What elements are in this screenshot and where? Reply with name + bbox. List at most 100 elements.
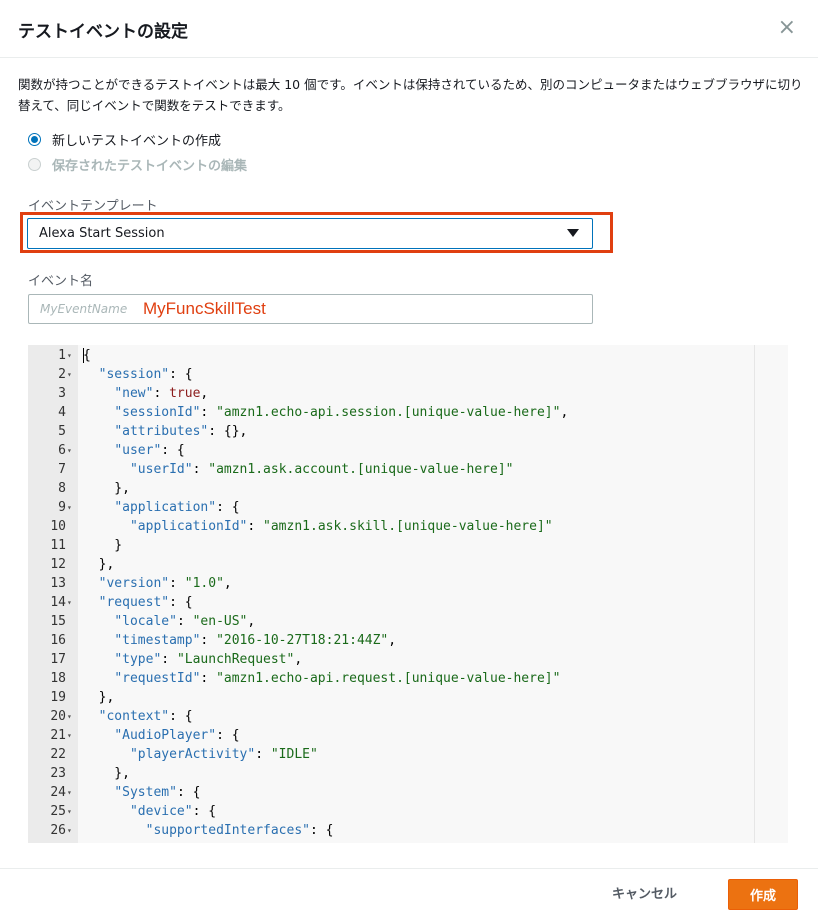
code-text: "device": { <box>129 804 217 819</box>
line-number: 15 <box>50 614 66 629</box>
fold-toggle-icon[interactable]: ▾ <box>67 783 72 802</box>
code-text: "playerActivity": "IDLE" <box>129 747 318 762</box>
line-number: 1 <box>58 348 66 363</box>
radio-edit-saved[interactable]: 保存されたテストイベントの編集 <box>28 154 247 174</box>
create-button[interactable]: 作成 <box>728 879 798 910</box>
template-select[interactable]: Alexa Start Session <box>27 218 593 249</box>
line-number: 26 <box>50 823 66 838</box>
line-number: 11 <box>50 538 66 553</box>
event-name-input[interactable]: MyEventName MyFuncSkillTest <box>28 294 593 324</box>
line-number: 25 <box>50 804 66 819</box>
cancel-button[interactable]: キャンセル <box>612 883 677 902</box>
code-text: } <box>83 538 123 553</box>
code-line[interactable]: 4 "sessionId": "amzn1.echo-api.session.[… <box>28 403 788 422</box>
line-number: 13 <box>50 576 66 591</box>
code-text: "supportedInterfaces": { <box>145 823 334 838</box>
code-text: "AudioPlayer": { <box>114 728 240 743</box>
line-number: 7 <box>58 462 66 477</box>
code-line[interactable]: 16 "timestamp": "2016-10-27T18:21:44Z", <box>28 631 788 650</box>
fold-toggle-icon[interactable]: ▾ <box>67 365 72 384</box>
fold-toggle-icon[interactable]: ▾ <box>67 593 72 612</box>
code-line[interactable]: 26 ▾ "supportedInterfaces": { <box>28 821 788 840</box>
line-number: 5 <box>58 424 66 439</box>
line-number: 10 <box>50 519 66 534</box>
code-text: "version": "1.0", <box>98 576 232 591</box>
code-text: "userId": "amzn1.ask.account.[unique-val… <box>129 462 514 477</box>
line-number: 9 <box>58 500 66 515</box>
line-number: 8 <box>58 481 66 496</box>
radio-button-selected[interactable] <box>28 132 41 146</box>
template-select-value: Alexa Start Session <box>39 226 165 241</box>
event-name-label: イベント名 <box>28 274 94 289</box>
fold-toggle-icon[interactable]: ▾ <box>67 441 72 460</box>
code-editor[interactable]: 1 ▾{2 ▾ "session": {3 "new": true, 4 "sessi… <box>28 345 788 843</box>
code-text: "requestId": "amzn1.echo-api.request.[un… <box>114 671 561 686</box>
fold-toggle-icon[interactable]: ▾ <box>67 346 72 365</box>
code-line[interactable]: 10 "applicationId": "amzn1.ask.skill.[un… <box>28 517 788 536</box>
code-line[interactable]: 7 "userId": "amzn1.ask.account.[unique-v… <box>28 460 788 479</box>
code-line[interactable]: 13 "version": "1.0", <box>28 574 788 593</box>
radio-edit-saved-label: 保存されたテストイベントの編集 <box>52 158 248 174</box>
code-line[interactable]: 18 "requestId": "amzn1.echo-api.request.… <box>28 669 788 688</box>
fold-toggle-icon[interactable]: ▾ <box>67 802 72 821</box>
dialog-header: テストイベントの設定 × <box>0 0 818 58</box>
code-text: "timestamp": "2016-10-27T18:21:44Z", <box>114 633 397 648</box>
code-text: "new": true, <box>114 386 209 401</box>
code-line[interactable]: 1 ▾ { <box>28 346 788 365</box>
code-line[interactable]: 15 "locale": "en-US", <box>28 612 788 631</box>
code-line[interactable]: 27 "AudioPlayer": {} <box>28 840 788 843</box>
code-line[interactable]: 8 }, <box>28 479 788 498</box>
code-line[interactable]: 9 ▾ "application": { <box>28 498 788 517</box>
line-number: 24 <box>50 785 66 800</box>
code-text: }, <box>83 481 130 496</box>
line-number: 23 <box>50 766 66 781</box>
code-line[interactable]: 20 ▾ "context": { <box>28 707 788 726</box>
dialog-footer: キャンセル 作成 <box>0 868 818 918</box>
code-text: "request": { <box>98 595 193 610</box>
code-line[interactable]: 6 ▾ "user": { <box>28 441 788 460</box>
dialog-title: テストイベントの設定 <box>18 22 188 42</box>
fold-toggle-icon[interactable]: ▾ <box>67 726 72 745</box>
line-number: 3 <box>58 386 66 401</box>
line-number: 17 <box>50 652 66 667</box>
line-number: 20 <box>50 709 66 724</box>
code-text: "type": "LaunchRequest", <box>114 652 303 667</box>
line-number: 14 <box>50 595 66 610</box>
line-number: 19 <box>50 690 66 705</box>
code-line[interactable]: 22 "playerActivity": "IDLE" <box>28 745 788 764</box>
code-text: "user": { <box>114 443 185 458</box>
code-line[interactable]: 25 ▾ "device": { <box>28 802 788 821</box>
code-line[interactable]: 19 }, <box>28 688 788 707</box>
line-number: 21 <box>50 728 66 743</box>
radio-create-new[interactable]: 新しいテストイベントの作成 <box>28 129 221 149</box>
code-text: "session": { <box>98 367 193 382</box>
code-text: "context": { <box>98 709 193 724</box>
code-line[interactable]: 3 "new": true, <box>28 384 788 403</box>
code-line[interactable]: 17 "type": "LaunchRequest", <box>28 650 788 669</box>
dialog-description: 関数が持つことができるテストイベントは最大 10 個です。イベントは保持されてい… <box>18 77 803 113</box>
code-text: "AudioPlayer": {} <box>83 840 294 843</box>
code-text: }, <box>83 690 115 705</box>
radio-button-disabled[interactable] <box>28 157 41 171</box>
fold-toggle-icon[interactable]: ▾ <box>67 821 72 840</box>
text-cursor <box>83 348 84 363</box>
code-text: "attributes": {}, <box>114 424 248 439</box>
code-line[interactable]: 5 "attributes": {}, <box>28 422 788 441</box>
code-text: { <box>83 348 91 363</box>
code-text: "sessionId": "amzn1.echo-api.session.[un… <box>114 405 569 420</box>
radio-create-new-label: 新しいテストイベントの作成 <box>52 133 222 149</box>
code-line[interactable]: 11 } <box>28 536 788 555</box>
code-line[interactable]: 23 }, <box>28 764 788 783</box>
code-text: }, <box>83 766 130 781</box>
fold-toggle-icon[interactable]: ▾ <box>67 707 72 726</box>
fold-toggle-icon[interactable]: ▾ <box>67 498 72 517</box>
code-line[interactable]: 2 ▾ "session": { <box>28 365 788 384</box>
code-line[interactable]: 24 ▾ "System": { <box>28 783 788 802</box>
caret-down-icon <box>567 229 579 237</box>
code-line[interactable]: 12 }, <box>28 555 788 574</box>
line-number: 16 <box>50 633 66 648</box>
code-line[interactable]: 14 ▾ "request": { <box>28 593 788 612</box>
close-icon[interactable]: × <box>778 16 796 40</box>
code-line[interactable]: 21 ▾ "AudioPlayer": { <box>28 726 788 745</box>
line-number: 12 <box>50 557 66 572</box>
